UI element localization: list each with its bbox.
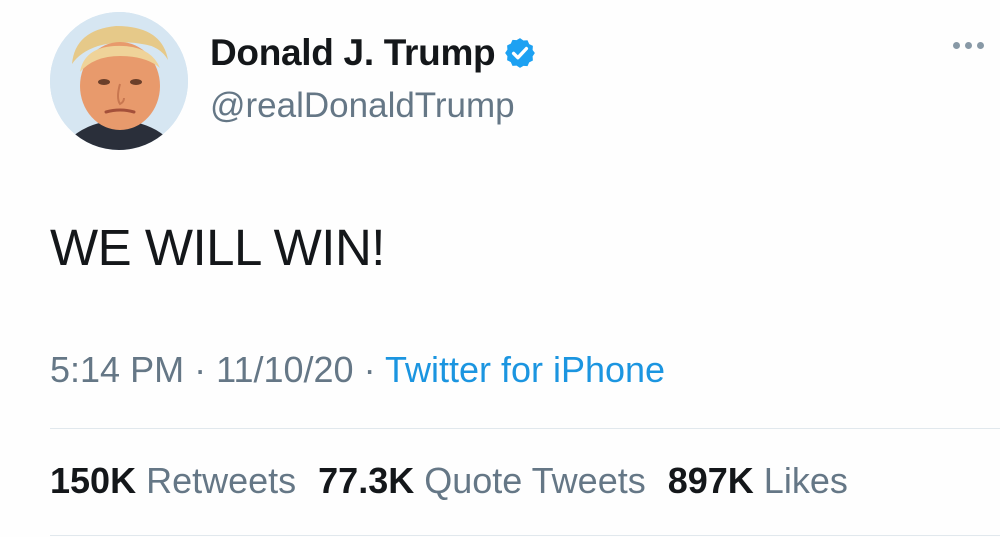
quote-tweets-label: Quote Tweets xyxy=(424,460,646,501)
divider xyxy=(50,535,1000,536)
more-dot xyxy=(965,42,972,49)
retweets-stat[interactable]: 150K Retweets xyxy=(50,460,296,502)
retweets-count: 150K xyxy=(50,460,137,501)
user-handle[interactable]: @realDonaldTrump xyxy=(210,86,515,126)
meta-separator: · xyxy=(194,349,207,390)
likes-count: 897K xyxy=(667,460,754,501)
verified-badge-icon xyxy=(505,38,536,68)
divider xyxy=(50,428,1000,429)
more-dot xyxy=(977,42,984,49)
tweet-stats: 150K Retweets 77.3K Quote Tweets 897K Li… xyxy=(50,460,848,502)
retweets-label: Retweets xyxy=(146,460,297,501)
tweet-date[interactable]: 11/10/20 xyxy=(216,349,353,390)
tweet-time[interactable]: 5:14 PM xyxy=(50,349,184,390)
meta-separator: · xyxy=(363,349,376,390)
quote-tweets-stat[interactable]: 77.3K Quote Tweets xyxy=(318,460,646,502)
likes-stat[interactable]: 897K Likes xyxy=(668,460,848,502)
more-options-icon[interactable] xyxy=(953,42,984,49)
tweet-source-link[interactable]: Twitter for iPhone xyxy=(385,349,665,390)
tweet-meta: 5:14 PM · 11/10/20 · Twitter for iPhone xyxy=(50,349,665,391)
likes-label: Likes xyxy=(763,460,848,501)
avatar-image xyxy=(50,12,188,150)
display-name[interactable]: Donald J. Trump xyxy=(210,32,496,74)
tweet-text: WE WILL WIN! xyxy=(50,219,385,276)
quote-tweets-count: 77.3K xyxy=(318,460,415,501)
more-dot xyxy=(953,42,960,49)
name-row[interactable]: Donald J. Trump xyxy=(210,32,537,74)
avatar[interactable] xyxy=(50,12,188,150)
tweet-card: Donald J. Trump @realDonaldTrump WE WILL… xyxy=(0,0,1000,537)
